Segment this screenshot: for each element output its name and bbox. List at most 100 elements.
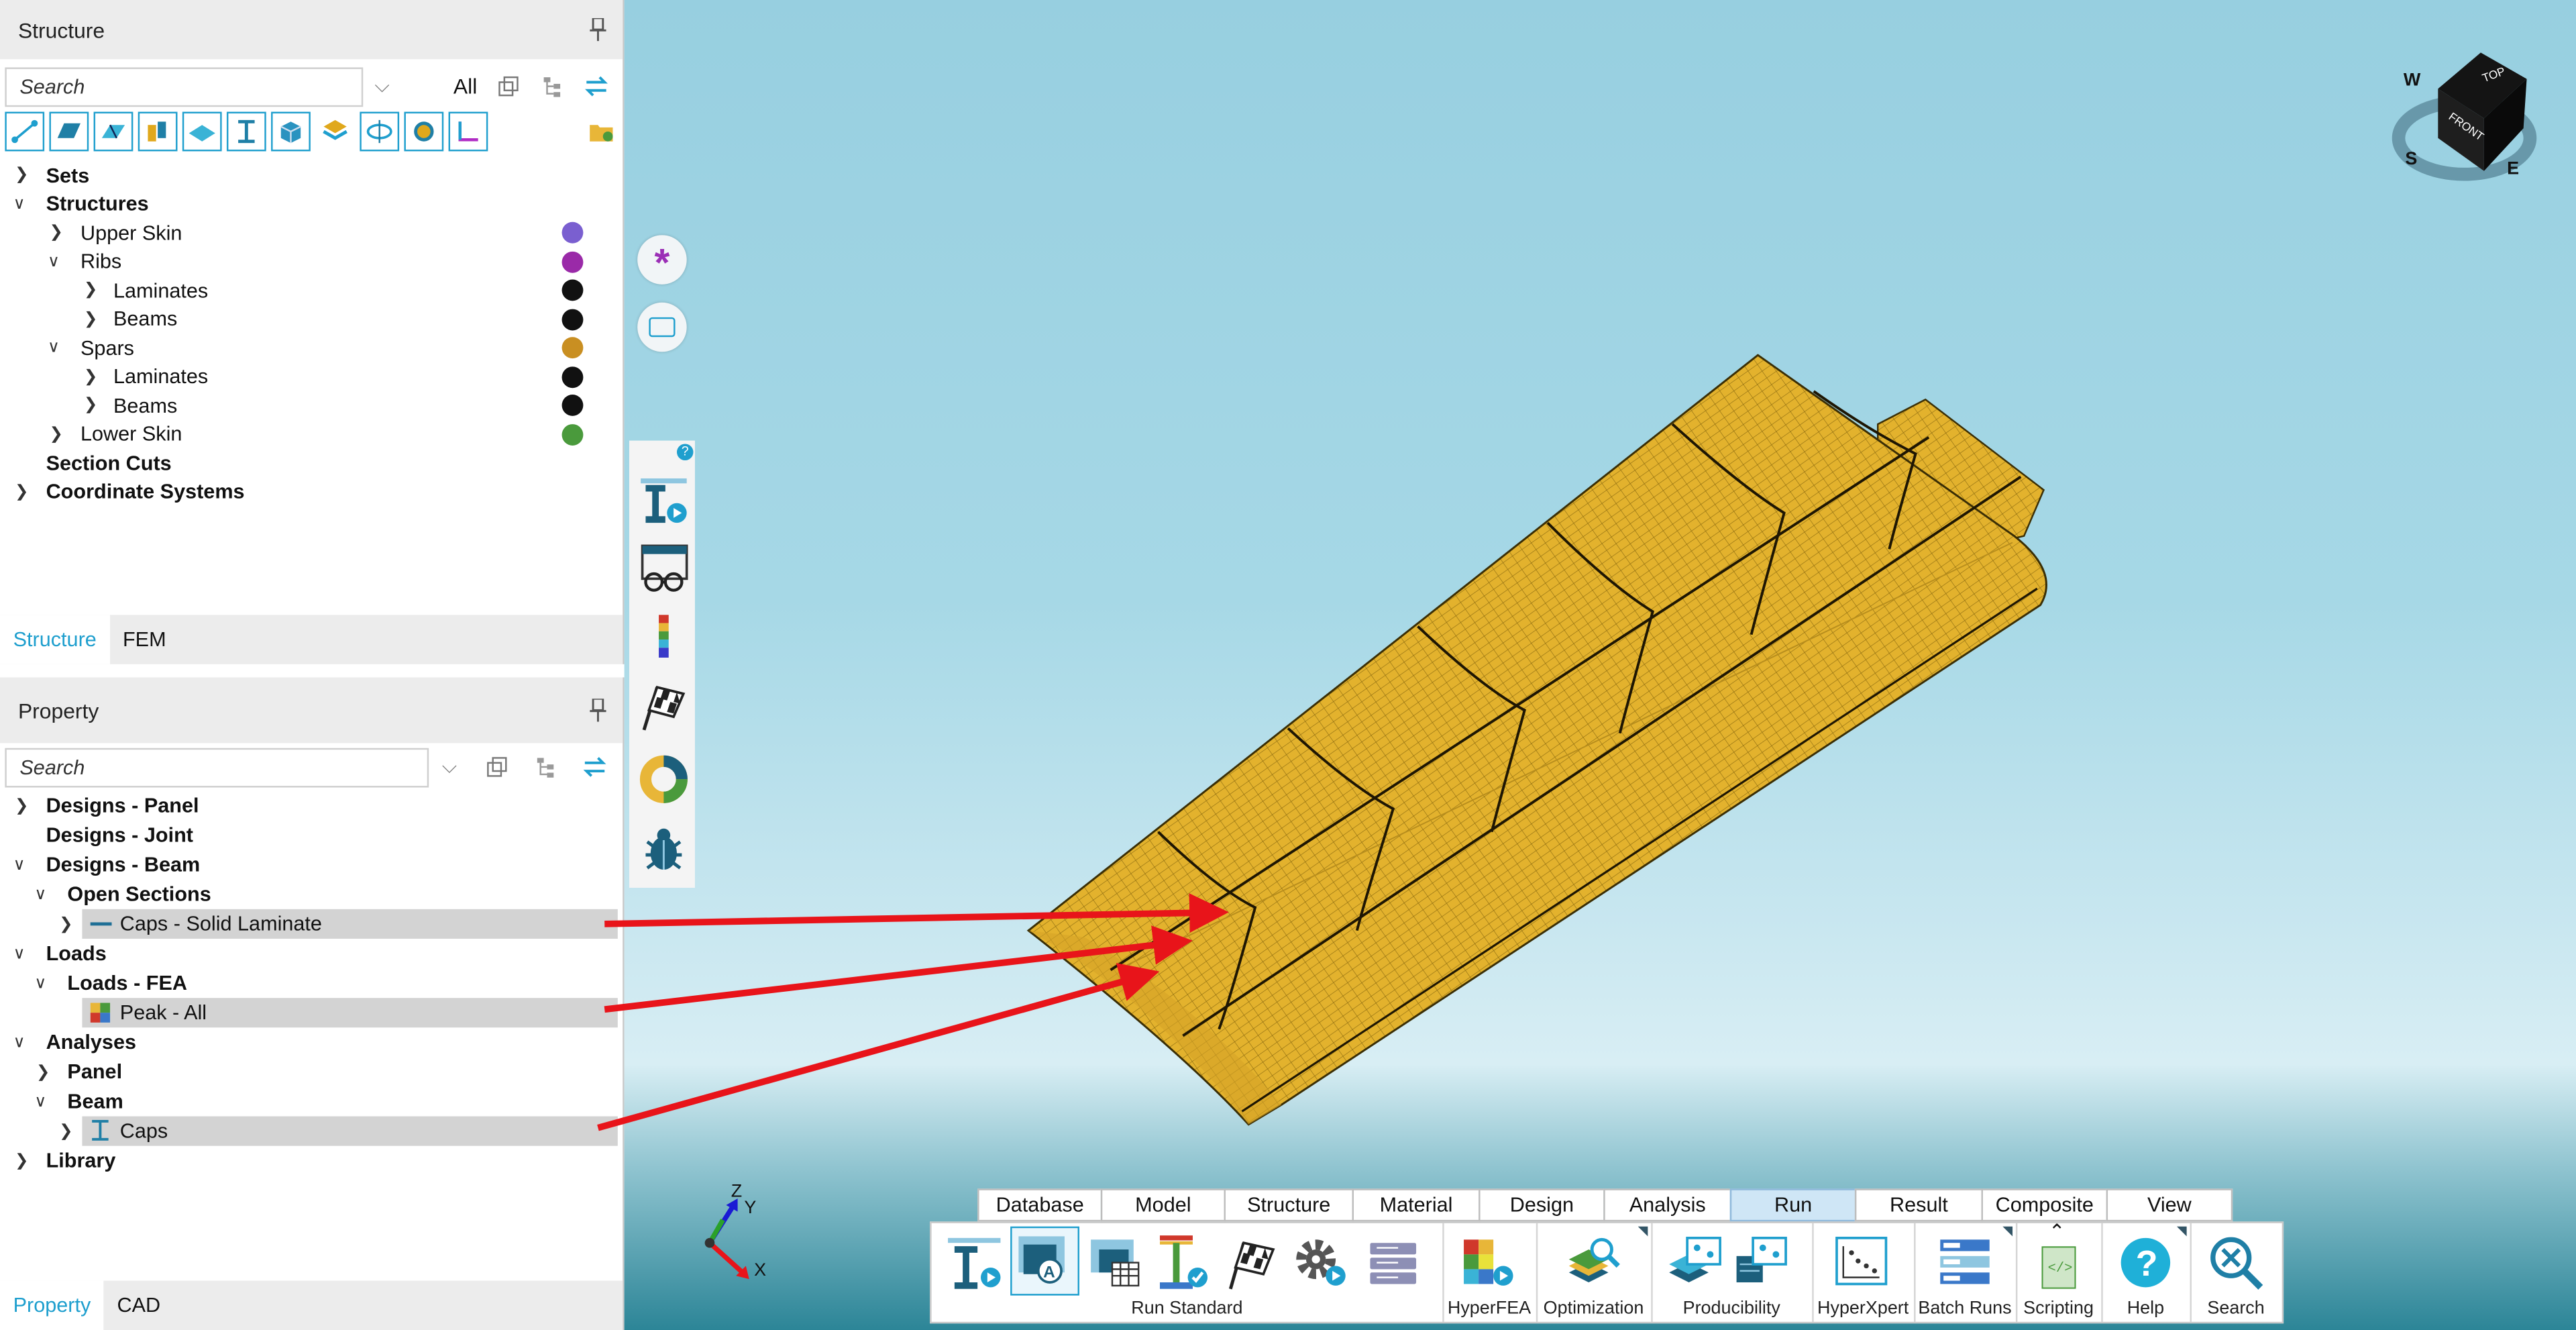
- tree-item-spars[interactable]: ∨ Spars: [0, 334, 623, 362]
- run-selected-icon: A: [1018, 1236, 1065, 1284]
- tab-composite[interactable]: Composite: [1981, 1188, 2106, 1222]
- optimization-icon[interactable]: [1562, 1233, 1625, 1292]
- tree-item-lower-skin[interactable]: ❯ Lower Skin: [0, 420, 623, 449]
- svg-text:A: A: [1043, 1264, 1055, 1282]
- producibility-icon[interactable]: [1664, 1233, 1727, 1292]
- tree-item-coordinate-systems[interactable]: ❯ Coordinate Systems: [0, 478, 623, 507]
- scripting-icon[interactable]: </>: [2029, 1243, 2092, 1292]
- tree-item-caps[interactable]: ❯ Caps: [0, 1116, 623, 1146]
- tab-database[interactable]: Database: [977, 1188, 1101, 1222]
- coordinate-tool-icon[interactable]: [448, 111, 488, 152]
- run-table-icon[interactable]: [1086, 1233, 1148, 1292]
- wing-mesh-model[interactable]: [625, 0, 2576, 1330]
- dialog-launcher-icon[interactable]: [1638, 1226, 1648, 1237]
- server-icon[interactable]: [1362, 1233, 1424, 1292]
- tab-result[interactable]: Result: [1854, 1188, 1982, 1222]
- tree-item-panel[interactable]: ❯ Panel: [0, 1057, 623, 1086]
- structure-search-input[interactable]: Search: [5, 67, 364, 107]
- axis-triad: Z Y X: [704, 1181, 766, 1280]
- tree-item-spars-beams[interactable]: ❯ Beams: [0, 391, 623, 420]
- sync-icon[interactable]: [583, 756, 606, 778]
- tab-property[interactable]: Property: [0, 1280, 104, 1330]
- color-swatch[interactable]: [561, 395, 584, 417]
- chevron-down-icon[interactable]: ⌵: [442, 755, 457, 780]
- tree-item-caps-solid-laminate[interactable]: ❯ Caps - Solid Laminate: [0, 909, 623, 939]
- hyperxpert-icon[interactable]: [1832, 1233, 1894, 1292]
- solid-tool-icon[interactable]: [49, 111, 89, 152]
- gear-run-icon[interactable]: [1289, 1233, 1352, 1292]
- tab-material[interactable]: Material: [1352, 1188, 1479, 1222]
- tab-cad[interactable]: CAD: [104, 1281, 174, 1330]
- settings-tool-icon[interactable]: [404, 111, 444, 152]
- color-swatch[interactable]: [561, 366, 584, 388]
- pin-icon[interactable]: [590, 17, 606, 42]
- plate-tool-icon[interactable]: [182, 111, 222, 152]
- tree-item-ribs-laminates[interactable]: ❯ Laminates: [0, 276, 623, 305]
- tree-item-sets[interactable]: ❯ Sets: [0, 161, 623, 190]
- collapse-all-icon[interactable]: [486, 756, 508, 778]
- tree-item-ribs[interactable]: ∨ Ribs: [0, 248, 623, 276]
- producibility-report-icon[interactable]: [1730, 1233, 1792, 1292]
- color-swatch[interactable]: [561, 280, 584, 301]
- shell-tool-icon[interactable]: [93, 111, 133, 152]
- chevron-up-icon[interactable]: ⌃: [2049, 1220, 2065, 1243]
- dialog-launcher-icon[interactable]: [2002, 1226, 2013, 1237]
- tab-structure[interactable]: Structure: [0, 615, 110, 664]
- property-search-input[interactable]: Search: [5, 748, 429, 788]
- layers-tool-icon[interactable]: [315, 111, 355, 152]
- chevron-down-icon[interactable]: ⌵: [374, 74, 389, 99]
- tree-item-ribs-beams[interactable]: ❯ Beams: [0, 305, 623, 334]
- run-analysis-icon[interactable]: [945, 1233, 1007, 1292]
- tree-item-open-sections[interactable]: ∨ Open Sections: [0, 880, 623, 909]
- hyperfea-icon[interactable]: [1457, 1233, 1519, 1292]
- checkered-flag-icon[interactable]: [1221, 1233, 1283, 1292]
- color-swatch[interactable]: [561, 251, 584, 273]
- nodes-tool-icon[interactable]: [5, 111, 45, 152]
- tree-item-loads-fea[interactable]: ∨ Loads - FEA: [0, 968, 623, 998]
- tree-item-section-cuts[interactable]: Section Cuts: [0, 449, 623, 478]
- tree-item-upper-skin[interactable]: ❯ Upper Skin: [0, 219, 623, 248]
- block-tool-icon[interactable]: [271, 111, 311, 152]
- tab-analysis[interactable]: Analysis: [1603, 1188, 1730, 1222]
- collapse-all-icon[interactable]: [498, 76, 519, 97]
- tree-item-library[interactable]: ❯ Library: [0, 1146, 623, 1176]
- tab-view[interactable]: View: [2106, 1188, 2233, 1222]
- hierarchy-icon[interactable]: [535, 756, 557, 778]
- tab-model[interactable]: Model: [1100, 1188, 1224, 1222]
- tree-item-loads[interactable]: ∨ Loads: [0, 939, 623, 968]
- section-cut-tool-icon[interactable]: [360, 111, 400, 152]
- tab-run[interactable]: Run: [1729, 1188, 1855, 1222]
- batch-runs-icon[interactable]: [1933, 1233, 1996, 1292]
- hierarchy-icon[interactable]: [542, 76, 564, 97]
- tree-item-beam[interactable]: ∨ Beam: [0, 1086, 623, 1116]
- help-icon[interactable]: ?: [2114, 1233, 2177, 1292]
- tab-design[interactable]: Design: [1479, 1188, 1604, 1222]
- 3d-viewport[interactable]: * ? TOP FRONT W S E Z Y X Database Model…: [624, 0, 2576, 1330]
- pin-icon[interactable]: [590, 699, 606, 722]
- tree-item-designs-panel[interactable]: ❯ Designs - Panel: [0, 790, 623, 820]
- structure-panel-title: Structure: [17, 17, 105, 42]
- check-analysis-icon[interactable]: [1152, 1233, 1214, 1292]
- color-swatch[interactable]: [561, 423, 584, 446]
- tree-item-peak-all[interactable]: Peak - All: [0, 998, 623, 1028]
- run-selected-button[interactable]: A: [1010, 1226, 1079, 1296]
- search-icon[interactable]: [2205, 1233, 2267, 1292]
- group-label-hyperxpert: HyperXpert: [1817, 1298, 1909, 1319]
- tab-structure-ribbon[interactable]: Structure: [1224, 1188, 1352, 1222]
- tree-item-designs-joint[interactable]: Designs - Joint: [0, 821, 623, 850]
- tab-fem[interactable]: FEM: [109, 615, 179, 664]
- new-folder-icon[interactable]: [581, 111, 621, 152]
- color-swatch[interactable]: [561, 222, 584, 244]
- stiffener-tool-icon[interactable]: [138, 111, 178, 152]
- color-swatch[interactable]: [561, 337, 584, 359]
- sync-icon[interactable]: [585, 76, 608, 97]
- tree-item-spars-laminates[interactable]: ❯ Laminates: [0, 362, 623, 391]
- group-label-help: Help: [2127, 1298, 2165, 1319]
- color-swatch[interactable]: [561, 308, 584, 330]
- dialog-launcher-icon[interactable]: [2176, 1226, 2187, 1237]
- beam-tool-icon[interactable]: [226, 111, 266, 152]
- tree-item-structures[interactable]: ∨ Structures: [0, 190, 623, 219]
- tree-item-analyses[interactable]: ∨ Analyses: [0, 1027, 623, 1057]
- filter-all-label[interactable]: All: [453, 74, 477, 99]
- tree-item-designs-beam[interactable]: ∨ Designs - Beam: [0, 850, 623, 880]
